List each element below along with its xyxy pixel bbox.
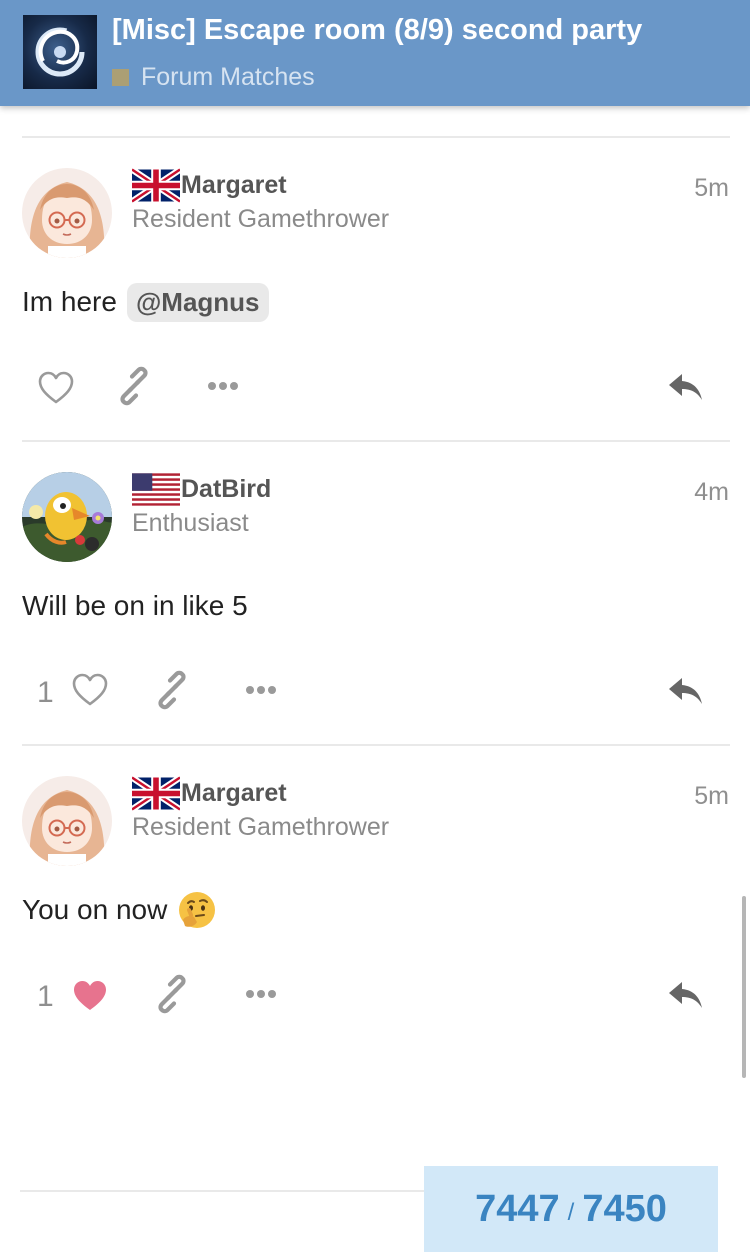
- post-actions: 1: [22, 972, 730, 1018]
- more-dots-icon: [241, 974, 281, 1014]
- category-color-square: [112, 68, 129, 86]
- post-actions: [22, 364, 730, 410]
- copy-link-button[interactable]: [152, 670, 192, 710]
- like-button[interactable]: [36, 368, 76, 408]
- like-button[interactable]: [70, 670, 110, 710]
- reply-button[interactable]: [666, 368, 706, 408]
- avatar[interactable]: [22, 472, 112, 562]
- post-text: Will be on in like 5: [22, 590, 248, 621]
- uk-flag-icon: [132, 168, 180, 203]
- thinking-face-icon: [177, 890, 217, 930]
- like-count[interactable]: 1: [37, 676, 54, 710]
- category-label: Forum Matches: [141, 62, 315, 91]
- avatar[interactable]: [22, 776, 112, 866]
- reply-button[interactable]: [666, 672, 706, 712]
- post: Margaret Resident Gamethrower 5m Im here…: [0, 138, 750, 438]
- post-time[interactable]: 5m: [694, 782, 729, 811]
- us-flag-icon: [132, 472, 180, 507]
- username[interactable]: DatBird: [181, 475, 271, 504]
- post-time[interactable]: 4m: [694, 478, 729, 507]
- progress-current: 7447: [475, 1187, 560, 1230]
- more-dots-icon: [203, 366, 243, 406]
- reply-icon: [666, 976, 706, 1016]
- reply-icon: [666, 672, 706, 712]
- link-icon: [152, 670, 192, 710]
- post: DatBird Enthusiast 4m Will be on in like…: [0, 442, 750, 742]
- link-icon: [114, 366, 154, 406]
- user-title: Resident Gamethrower: [132, 205, 390, 233]
- heart-outline-icon: [70, 670, 110, 710]
- topic-progress[interactable]: 7447 / 7450: [424, 1166, 718, 1252]
- user-mention[interactable]: @Magnus: [126, 282, 269, 322]
- like-count[interactable]: 1: [37, 980, 54, 1014]
- user-title: Resident Gamethrower: [132, 813, 390, 841]
- avatar[interactable]: [22, 168, 112, 258]
- link-icon: [152, 974, 192, 1014]
- timeline-divider: [20, 1190, 424, 1192]
- post: Margaret Resident Gamethrower 5m You on …: [0, 746, 750, 1046]
- copy-link-button[interactable]: [152, 974, 192, 1014]
- post-text: You on now: [22, 894, 168, 925]
- topic-title[interactable]: [Misc] Escape room (8/9) second party: [112, 14, 642, 47]
- site-logo-icon[interactable]: [23, 15, 97, 89]
- uk-flag-icon: [132, 776, 180, 811]
- progress-total: 7450: [582, 1187, 667, 1230]
- heart-filled-icon: [70, 976, 110, 1016]
- show-more-button[interactable]: [203, 366, 243, 406]
- scrollbar[interactable]: [742, 896, 746, 1078]
- copy-link-button[interactable]: [114, 366, 154, 406]
- username[interactable]: Margaret: [181, 779, 287, 808]
- post-body: Will be on in like 5: [22, 584, 248, 628]
- category-badge[interactable]: Forum Matches: [112, 62, 315, 92]
- topic-header: [Misc] Escape room (8/9) second party Fo…: [0, 0, 750, 106]
- show-more-button[interactable]: [241, 670, 281, 710]
- show-more-button[interactable]: [241, 974, 281, 1014]
- user-title: Enthusiast: [132, 509, 249, 537]
- heart-outline-icon: [36, 368, 76, 408]
- username[interactable]: Margaret: [181, 171, 287, 200]
- reply-icon: [666, 368, 706, 408]
- post-time[interactable]: 5m: [694, 174, 729, 203]
- reply-button[interactable]: [666, 976, 706, 1016]
- post-body: Im here @Magnus: [22, 280, 269, 324]
- like-button[interactable]: [70, 976, 110, 1016]
- more-dots-icon: [241, 670, 281, 710]
- post-body: You on now: [22, 888, 217, 932]
- post-text: Im here: [22, 286, 117, 317]
- post-actions: 1: [22, 668, 730, 714]
- progress-separator: /: [567, 1199, 575, 1226]
